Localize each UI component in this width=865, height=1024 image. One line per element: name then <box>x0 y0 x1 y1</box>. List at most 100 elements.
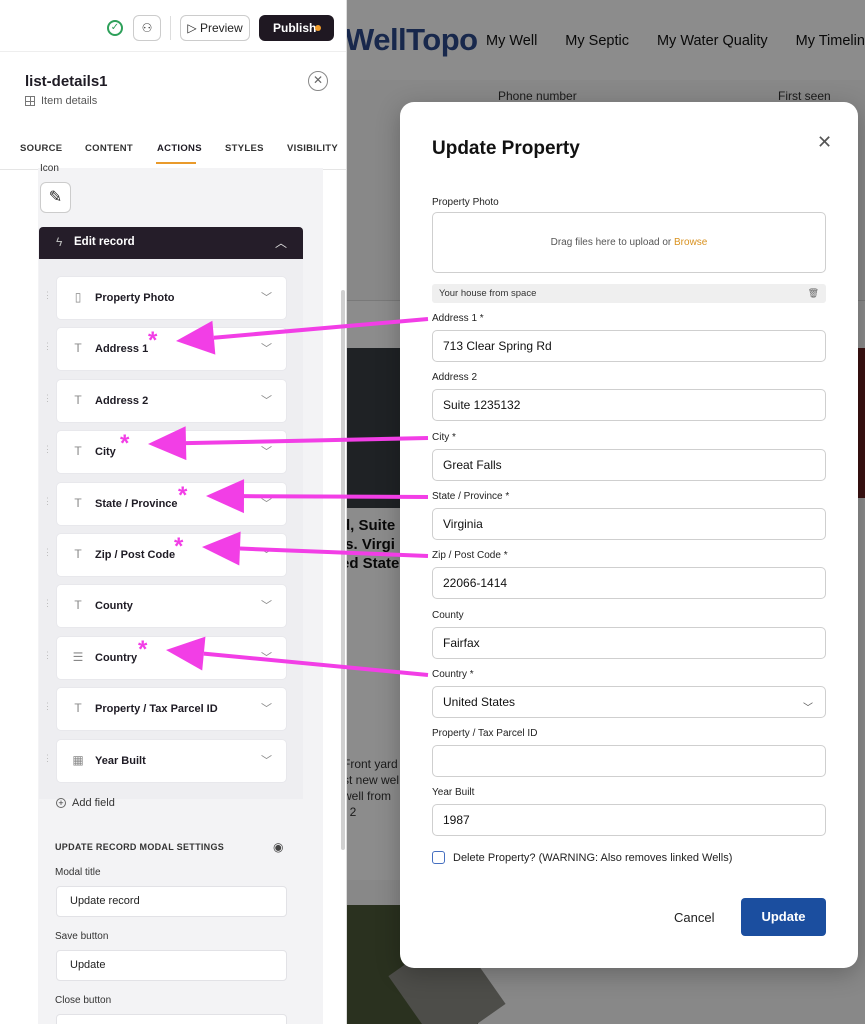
drag-handle-icon[interactable]: ⋮⋮ <box>43 394 62 408</box>
field-card[interactable]: T Address 1 ﹀ <box>56 327 287 371</box>
tab-source[interactable]: SOURCE <box>20 143 62 154</box>
text-icon: T <box>74 547 82 561</box>
text-icon: T <box>74 444 82 458</box>
file-icon: ▯ <box>74 290 82 304</box>
subtitle-text: Item details <box>41 95 98 107</box>
toolbar-divider <box>170 16 171 40</box>
tab-visibility[interactable]: VISIBILITY <box>287 143 338 154</box>
close-button-input[interactable] <box>56 1014 287 1024</box>
preview-button[interactable]: ▷ Preview <box>180 15 250 41</box>
text-input[interactable] <box>432 745 826 777</box>
required-star-annotation: * <box>120 430 130 457</box>
icon-picker-button[interactable]: ✎ <box>40 182 71 213</box>
publish-button[interactable]: Publish <box>259 15 334 41</box>
close-button-label: Close button <box>55 995 112 1006</box>
field-label: Zip / Post Code * <box>432 550 508 561</box>
field-card[interactable]: ▦ Year Built ﹀ <box>56 739 287 783</box>
drag-handle-icon[interactable]: ⋮⋮ <box>43 548 62 562</box>
text-input[interactable]: Virginia <box>432 508 826 540</box>
field-card[interactable]: ☰ Country ﹀ <box>56 636 287 680</box>
chevron-down-icon[interactable]: ﹀ <box>261 443 272 459</box>
add-user-button[interactable]: ⚇ <box>133 15 161 41</box>
drag-handle-icon[interactable]: ⋮⋮ <box>43 599 62 613</box>
drag-handle-icon[interactable]: ⋮⋮ <box>43 445 62 459</box>
edit-record-label: Edit record <box>74 236 135 248</box>
chevron-up-icon[interactable]: ︿ <box>275 234 287 251</box>
field-card[interactable]: T County ﹀ <box>56 584 287 628</box>
text-icon: T <box>74 598 82 612</box>
add-user-icon: ⚇ <box>141 21 153 35</box>
chevron-down-icon[interactable]: ﹀ <box>261 700 272 716</box>
field-card[interactable]: T City ﹀ <box>56 430 287 474</box>
add-field-button[interactable]: + Add field <box>56 797 115 809</box>
tab-content[interactable]: CONTENT <box>85 143 133 154</box>
edit-record-header[interactable]: ϟ Edit record ︿ <box>39 227 303 259</box>
close-modal-icon[interactable]: ✕ <box>817 132 832 153</box>
chevron-down-icon[interactable]: ﹀ <box>261 495 272 511</box>
field-label: State / Province * <box>432 491 510 502</box>
drag-handle-icon[interactable]: ⋮⋮ <box>43 651 62 665</box>
field-card-label: Zip / Post Code <box>95 549 176 561</box>
text-icon: T <box>74 341 82 355</box>
tab-styles[interactable]: STYLES <box>225 143 264 154</box>
field-card[interactable]: T Address 2 ﹀ <box>56 379 287 423</box>
drag-handle-icon[interactable]: ⋮⋮ <box>43 754 62 768</box>
chevron-down-icon[interactable]: ﹀ <box>261 649 272 665</box>
field-card[interactable]: T State / Province ﹀ <box>56 482 287 526</box>
input-value: United States <box>443 695 516 709</box>
field-label: Property / Tax Parcel ID <box>432 728 538 739</box>
save-button-input[interactable]: Update <box>56 950 287 981</box>
field-card-label: Property Photo <box>95 292 175 304</box>
field-card[interactable]: T Property / Tax Parcel ID ﹀ <box>56 687 287 731</box>
chevron-down-icon[interactable]: ﹀ <box>261 340 272 356</box>
text-input[interactable]: Suite 1235132 <box>432 389 826 421</box>
text-input[interactable]: Fairfax <box>432 627 826 659</box>
field-card[interactable]: ▯ Property Photo ﹀ <box>56 276 287 320</box>
update-button[interactable]: Update <box>741 898 826 936</box>
field-card-label: Country <box>95 652 138 664</box>
tab-actions[interactable]: ACTIONS <box>157 143 202 154</box>
text-input[interactable]: 713 Clear Spring Rd <box>432 330 826 362</box>
grid-icon <box>25 96 35 106</box>
update-property-modal: Update Property ✕ Property Photo Drag fi… <box>400 102 858 968</box>
field-card[interactable]: T Zip / Post Code ﹀ <box>56 533 287 577</box>
close-panel-button[interactable]: ✕ <box>308 71 328 91</box>
file-dropzone[interactable]: Drag files here to upload or Browse <box>432 212 826 273</box>
trash-icon[interactable]: 🗑 <box>808 284 819 303</box>
drag-handle-icon[interactable]: ⋮⋮ <box>43 342 62 356</box>
field-card-label: State / Province <box>95 498 178 510</box>
chevron-down-icon[interactable]: ﹀ <box>261 597 272 613</box>
country-select[interactable]: United States ﹀ <box>432 686 826 718</box>
delete-property-checkbox[interactable] <box>432 851 445 864</box>
browse-link[interactable]: Browse <box>674 237 707 248</box>
chevron-down-icon[interactable]: ﹀ <box>261 546 272 562</box>
icon-setting-label: Icon <box>40 163 59 174</box>
input-value: Fairfax <box>443 636 480 650</box>
publish-label: Publish <box>273 21 317 35</box>
text-icon: T <box>74 701 82 715</box>
chevron-down-icon[interactable]: ﹀ <box>261 392 272 408</box>
field-label: Address 2 <box>432 372 478 383</box>
drag-handle-icon[interactable]: ⋮⋮ <box>43 497 62 511</box>
text-input[interactable]: 22066-1414 <box>432 567 826 599</box>
text-icon: T <box>74 496 82 510</box>
chevron-down-icon[interactable]: ﹀ <box>261 752 272 768</box>
required-star-annotation: * <box>178 482 188 509</box>
field-label: City * <box>432 432 456 443</box>
drag-handle-icon[interactable]: ⋮⋮ <box>43 702 62 716</box>
panel-scrollbar[interactable] <box>341 290 345 850</box>
eye-icon[interactable]: ◉ <box>273 840 283 854</box>
text-input[interactable]: 1987 <box>432 804 826 836</box>
modal-title: Update Property <box>432 138 580 159</box>
text-icon: T <box>74 393 82 407</box>
field-card-label: City <box>95 446 116 458</box>
chevron-down-icon[interactable]: ﹀ <box>261 289 272 305</box>
field-card-label: Address 2 <box>95 395 149 407</box>
text-input[interactable]: Great Falls <box>432 449 826 481</box>
drag-handle-icon[interactable]: ⋮⋮ <box>43 291 62 305</box>
modal-title-input[interactable]: Update record <box>56 886 287 917</box>
input-value: 1987 <box>443 813 470 827</box>
required-star-annotation: * <box>174 533 184 560</box>
cancel-button[interactable]: Cancel <box>674 910 714 925</box>
field-label: Address 1 * <box>432 313 484 324</box>
